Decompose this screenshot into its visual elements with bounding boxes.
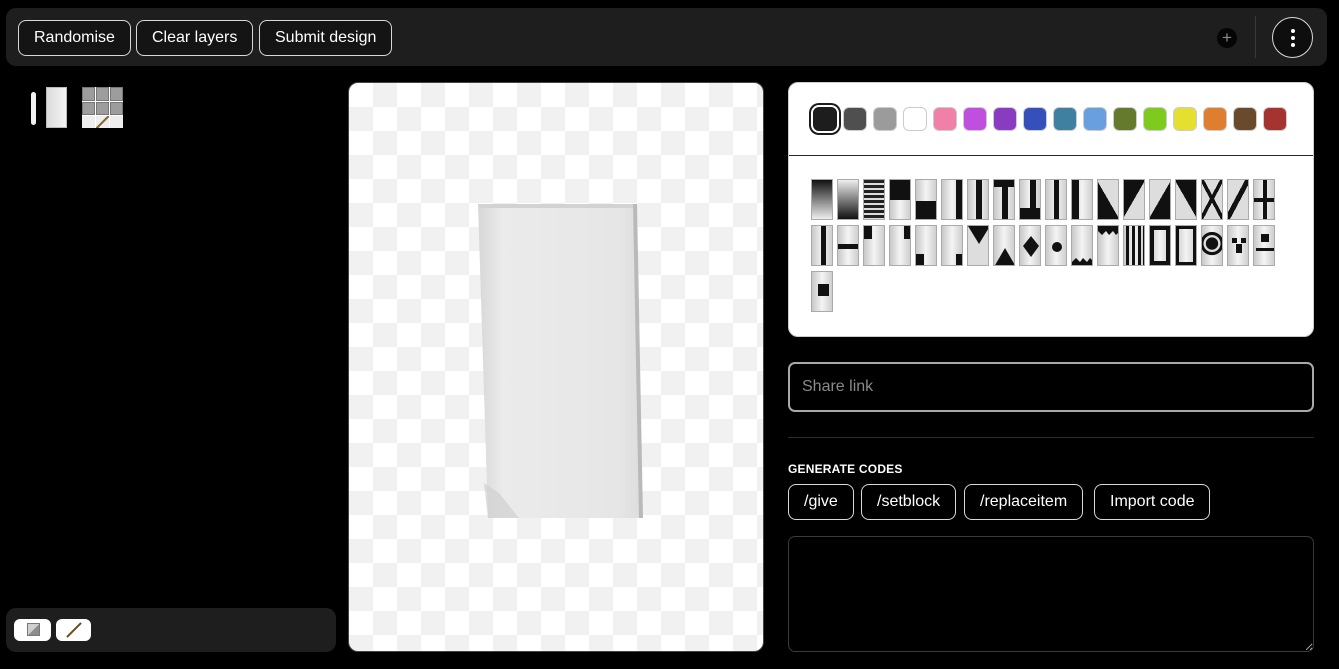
top-toolbar: Randomise Clear layers Submit design + [6, 8, 1327, 66]
color-swatch[interactable] [1023, 107, 1047, 131]
pattern-diagonal-down[interactable] [1175, 179, 1197, 220]
block-base-button[interactable] [14, 619, 51, 641]
pattern-circle[interactable] [1045, 225, 1067, 266]
color-swatch[interactable] [1203, 107, 1227, 131]
pattern-curly-border[interactable] [1175, 225, 1197, 266]
setblock-code-button[interactable]: /setblock [861, 484, 957, 520]
pattern-diagonal-up[interactable] [1149, 179, 1171, 220]
pattern-diagonal-right[interactable] [1097, 179, 1119, 220]
section-divider [788, 437, 1314, 438]
color-swatch[interactable] [873, 107, 897, 131]
plus-circle-icon[interactable]: + [1217, 28, 1237, 48]
banner-top-edge [478, 204, 633, 208]
pattern-stripe-horizontal[interactable] [837, 225, 859, 266]
generate-codes-heading: GENERATE CODES [788, 462, 903, 476]
block-icon [27, 623, 40, 636]
pattern-half-top-stripe[interactable] [993, 179, 1015, 220]
menu-button[interactable] [1272, 17, 1313, 58]
pattern-stripe-left[interactable] [1071, 179, 1093, 220]
pattern-square-top-right[interactable] [889, 225, 911, 266]
stick-base-button[interactable] [56, 619, 91, 641]
clear-layers-button[interactable]: Clear layers [136, 20, 254, 56]
color-swatch[interactable] [903, 107, 927, 131]
banner-front-face [478, 204, 643, 518]
pattern-creeper[interactable] [1227, 225, 1249, 266]
pattern-square-bottom-left[interactable] [915, 225, 937, 266]
pattern-half-horizontal-bottom[interactable] [915, 179, 937, 220]
submit-design-button[interactable]: Submit design [259, 20, 393, 56]
pattern-stripe-left-pale[interactable] [1045, 179, 1067, 220]
design-palette [788, 82, 1314, 337]
pattern-bricks[interactable] [863, 179, 885, 220]
pattern-straight-cross[interactable] [1253, 179, 1275, 220]
color-swatch[interactable] [1113, 107, 1137, 131]
pattern-rhombus[interactable] [1019, 225, 1041, 266]
color-swatch[interactable] [1173, 107, 1197, 131]
pattern-gradient-down[interactable] [811, 179, 833, 220]
pattern-triangles-top[interactable] [1097, 225, 1119, 266]
pattern-stripe-middle[interactable] [811, 225, 833, 266]
color-swatch[interactable] [963, 107, 987, 131]
pattern-triangle-bottom[interactable] [993, 225, 1015, 266]
share-link-input[interactable] [788, 362, 1314, 412]
toolbar-divider [1255, 16, 1256, 58]
pattern-small-stripes[interactable] [1123, 225, 1145, 266]
color-swatch[interactable] [1053, 107, 1077, 131]
pattern-gradient-up[interactable] [837, 179, 859, 220]
pattern-half-horizontal[interactable] [889, 179, 911, 220]
pattern-cross[interactable] [1201, 179, 1223, 220]
import-code-button[interactable]: Import code [1094, 484, 1211, 520]
palette-divider [789, 155, 1313, 156]
color-swatch[interactable] [1233, 107, 1257, 131]
pattern-border[interactable] [1149, 225, 1171, 266]
layer-indicator[interactable] [31, 92, 36, 125]
pattern-square-top-left[interactable] [863, 225, 885, 266]
pattern-stripe-downright[interactable] [1227, 179, 1249, 220]
code-output-textarea[interactable] [788, 536, 1314, 652]
pattern-stripe-bottom[interactable] [1019, 179, 1041, 220]
pattern-diagonal-left[interactable] [1123, 179, 1145, 220]
color-swatch[interactable] [1263, 107, 1287, 131]
color-swatch[interactable] [813, 107, 837, 131]
pattern-stripe-center[interactable] [967, 179, 989, 220]
replaceitem-code-button[interactable]: /replaceitem [964, 484, 1084, 520]
stick-icon [66, 622, 82, 638]
randomise-button[interactable]: Randomise [18, 20, 131, 56]
pattern-stripe-right[interactable] [941, 179, 963, 220]
crafting-grid-icon[interactable] [82, 87, 123, 128]
banner-preview [478, 204, 643, 518]
pattern-triangles-bottom[interactable] [1071, 225, 1093, 266]
give-code-button[interactable]: /give [788, 484, 854, 520]
color-swatch[interactable] [1083, 107, 1107, 131]
color-swatch[interactable] [993, 107, 1017, 131]
color-swatch[interactable] [933, 107, 957, 131]
pattern-skull[interactable] [1253, 225, 1275, 266]
pattern-flower[interactable] [1201, 225, 1223, 266]
pattern-square-bottom-right[interactable] [941, 225, 963, 266]
vertical-dots-icon [1291, 29, 1295, 33]
banner-preview-canvas[interactable] [348, 82, 764, 652]
color-swatch[interactable] [1143, 107, 1167, 131]
color-swatch[interactable] [843, 107, 867, 131]
banner-thumbnail[interactable] [46, 87, 67, 128]
base-selector-panel [6, 608, 336, 652]
pattern-triangle-top[interactable] [967, 225, 989, 266]
pattern-mojang[interactable] [811, 271, 833, 312]
